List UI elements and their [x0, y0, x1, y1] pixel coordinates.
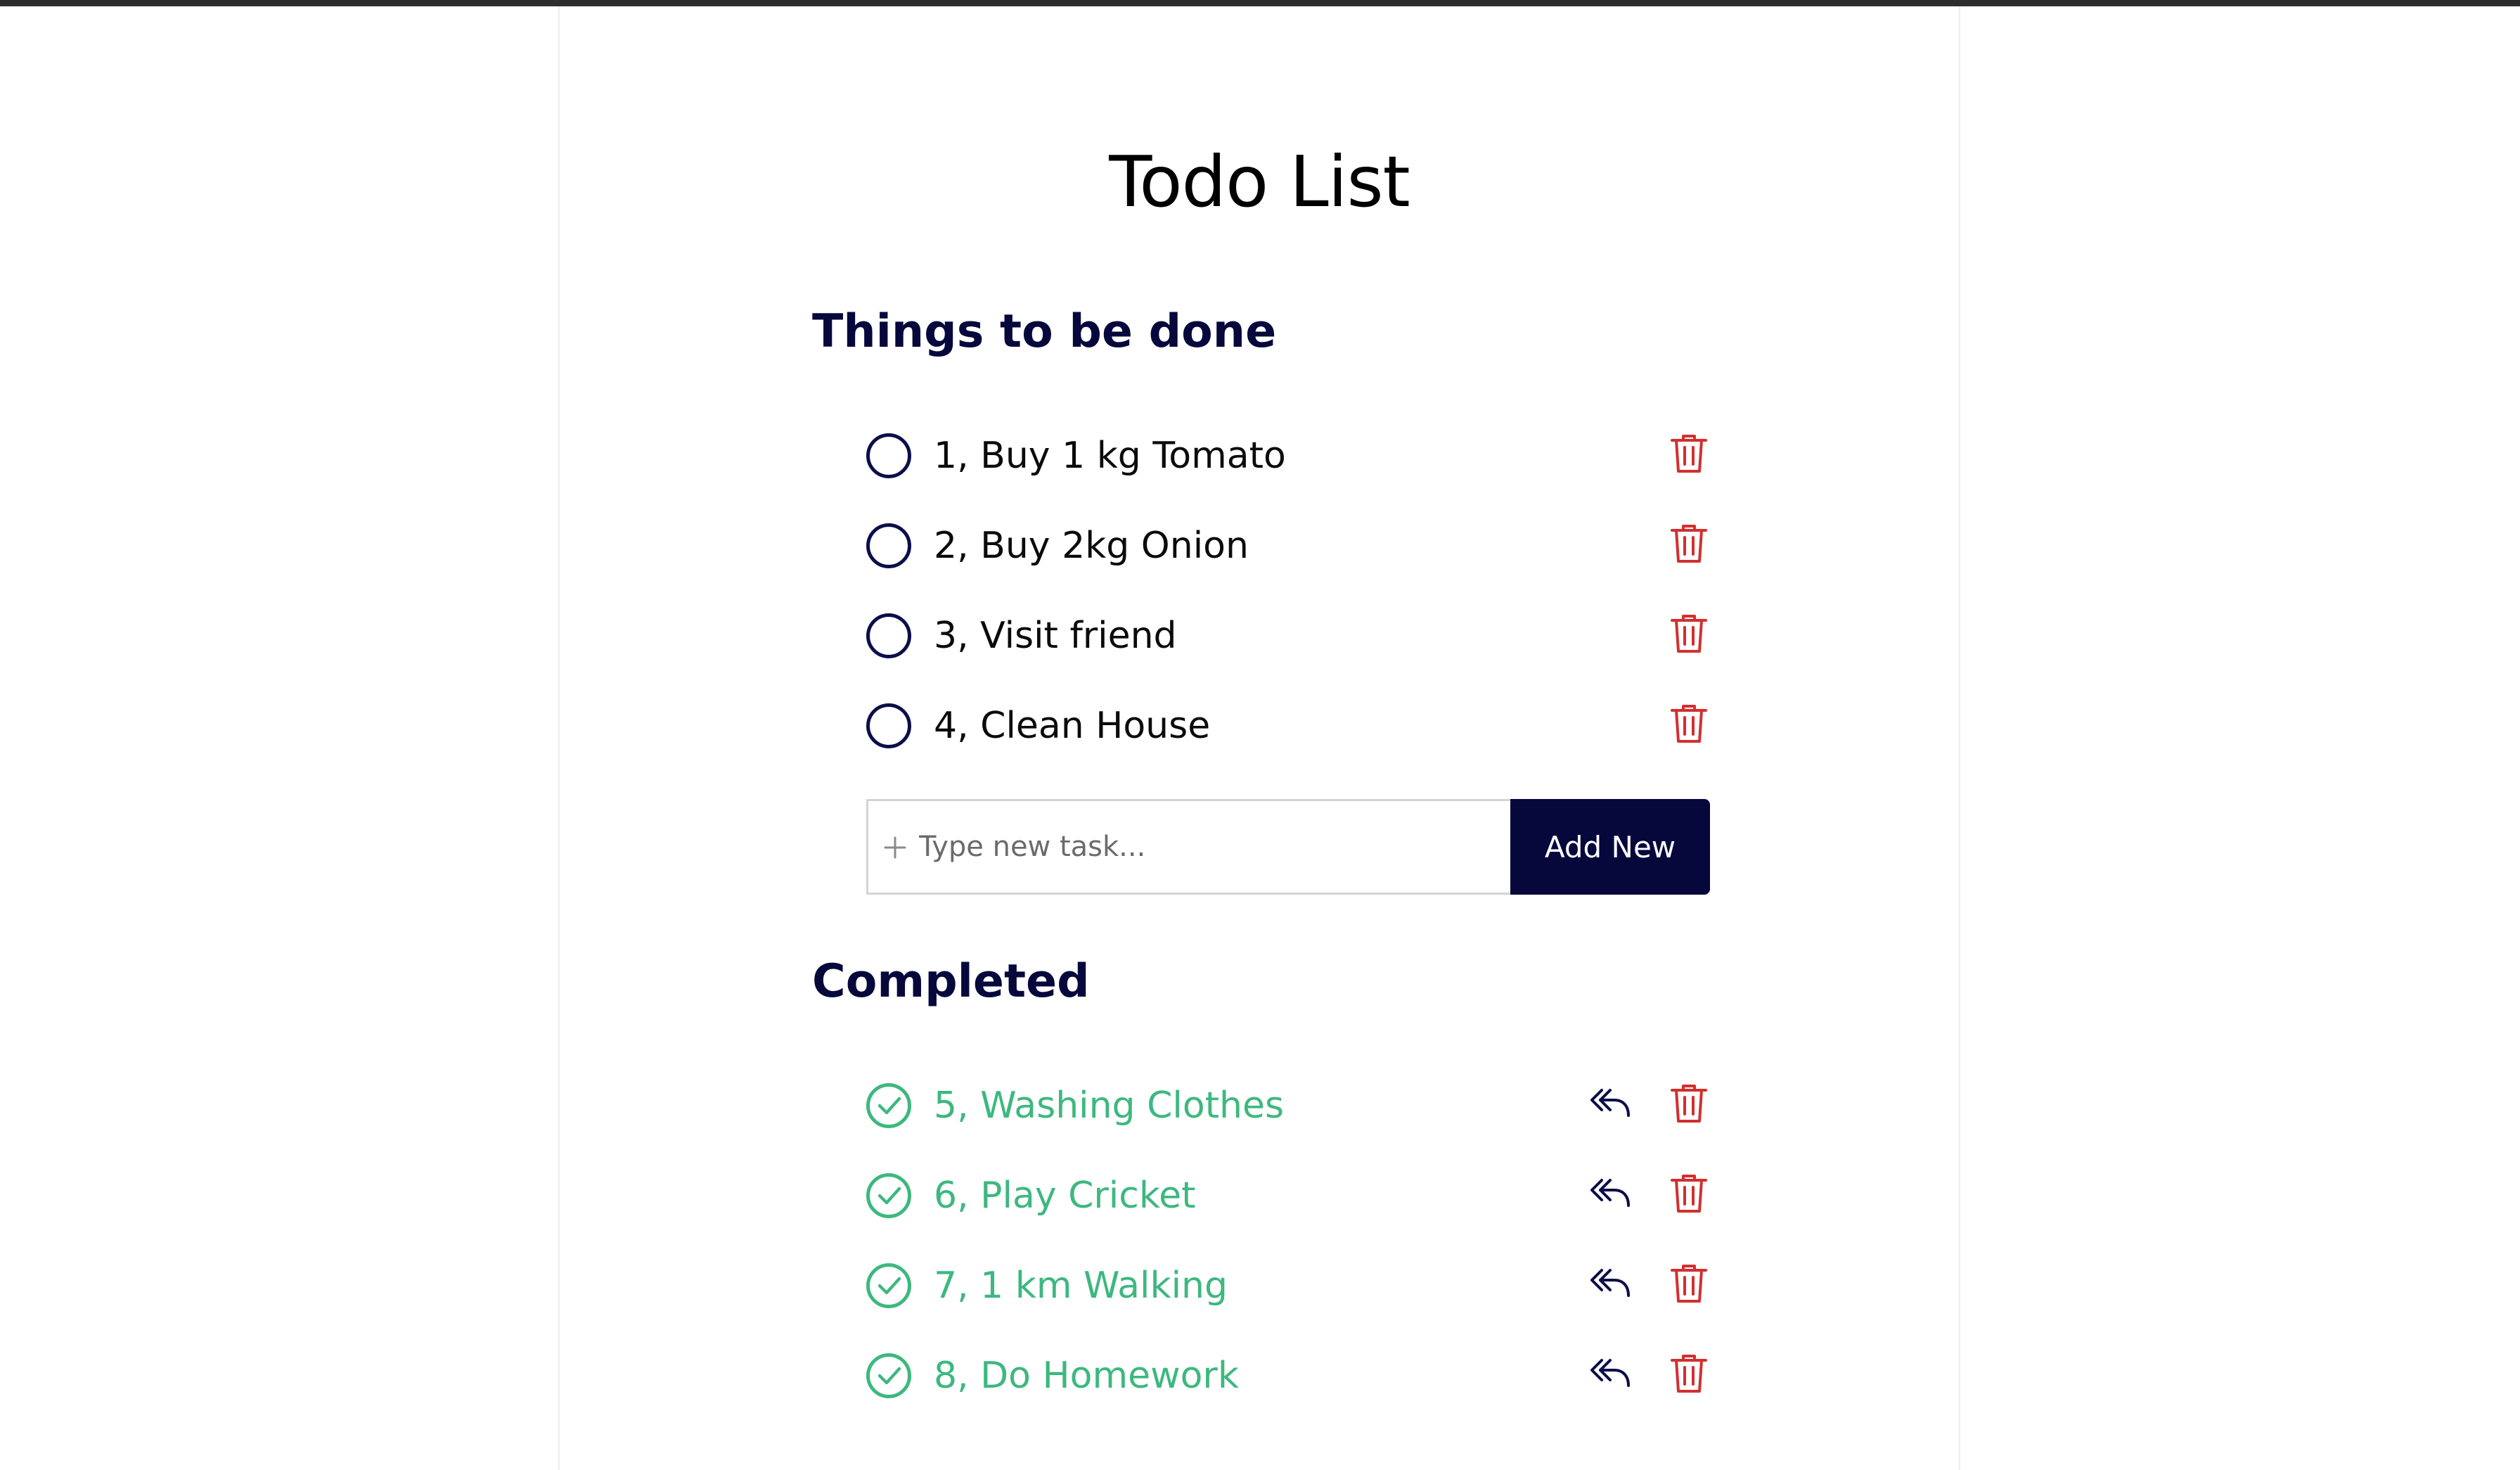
checkmark-icon [878, 1187, 901, 1205]
check-circle-icon[interactable] [866, 1353, 911, 1398]
pending-task-row: 2, Buy 2kg Onion [866, 511, 1710, 581]
delete-button[interactable] [1669, 612, 1709, 656]
delete-button[interactable] [1669, 1082, 1709, 1125]
page-title: Todo List [1109, 141, 1410, 223]
trash-icon [1671, 615, 1707, 653]
circle-outline-icon[interactable] [866, 703, 911, 748]
circle-outline-icon[interactable] [866, 523, 911, 568]
circle-outline-icon[interactable] [866, 433, 911, 478]
check-circle-icon[interactable] [866, 1083, 911, 1128]
checkmark-icon [878, 1277, 901, 1295]
completed-task-row: 5, Washing Clothes [866, 1070, 1710, 1141]
window-top-bar [0, 0, 2520, 6]
undo-button[interactable] [1589, 1175, 1633, 1214]
circle-outline-icon[interactable] [866, 613, 911, 658]
pending-task-row: 3, Visit friend [866, 601, 1710, 671]
delete-button[interactable] [1669, 1352, 1709, 1395]
delete-button[interactable] [1669, 432, 1709, 475]
undo-button[interactable] [1589, 1085, 1633, 1124]
delete-button[interactable] [1669, 702, 1709, 746]
task-label: 4, Clean House [934, 705, 1211, 747]
task-label: 1, Buy 1 kg Tomato [934, 435, 1286, 477]
trash-icon [1671, 1355, 1707, 1393]
checkmark-icon [878, 1367, 901, 1385]
pending-task-row: 1, Buy 1 kg Tomato [866, 421, 1710, 491]
checkmark-icon [878, 1097, 901, 1115]
task-label: 6, Play Cricket [934, 1175, 1196, 1217]
task-label: 2, Buy 2kg Onion [934, 525, 1249, 567]
delete-button[interactable] [1669, 522, 1709, 565]
completed-heading: Completed [812, 955, 1090, 1008]
trash-icon [1671, 525, 1707, 563]
trash-icon [1671, 435, 1707, 473]
task-label: 5, Washing Clothes [934, 1085, 1285, 1127]
undo-arrow-icon [1590, 1179, 1630, 1207]
completed-task-row: 7, 1 km Walking [866, 1251, 1710, 1321]
add-new-button[interactable]: Add New [1510, 799, 1710, 895]
trash-icon [1671, 1265, 1707, 1303]
check-circle-icon[interactable] [866, 1173, 911, 1218]
task-label: 7, 1 km Walking [934, 1265, 1228, 1307]
undo-arrow-icon [1590, 1089, 1630, 1117]
undo-arrow-icon [1590, 1269, 1630, 1297]
task-label: 8, Do Homework [934, 1355, 1239, 1397]
task-label: 3, Visit friend [934, 615, 1177, 657]
undo-arrow-icon [1590, 1359, 1630, 1387]
pending-heading: Things to be done [812, 305, 1277, 358]
trash-icon [1671, 1175, 1707, 1213]
completed-task-row: 8, Do Homework [866, 1341, 1710, 1411]
undo-button[interactable] [1589, 1265, 1633, 1304]
completed-task-row: 6, Play Cricket [866, 1161, 1710, 1231]
undo-button[interactable] [1589, 1355, 1633, 1394]
delete-button[interactable] [1669, 1262, 1709, 1305]
add-task-form: Add New [866, 799, 1710, 895]
pending-task-row: 4, Clean House [866, 691, 1710, 761]
trash-icon [1671, 705, 1707, 743]
plus-icon [884, 836, 906, 859]
add-task-field [866, 799, 1512, 895]
new-task-input[interactable] [919, 801, 1503, 893]
delete-button[interactable] [1669, 1172, 1709, 1215]
check-circle-icon[interactable] [866, 1263, 911, 1308]
trash-icon [1671, 1085, 1707, 1123]
